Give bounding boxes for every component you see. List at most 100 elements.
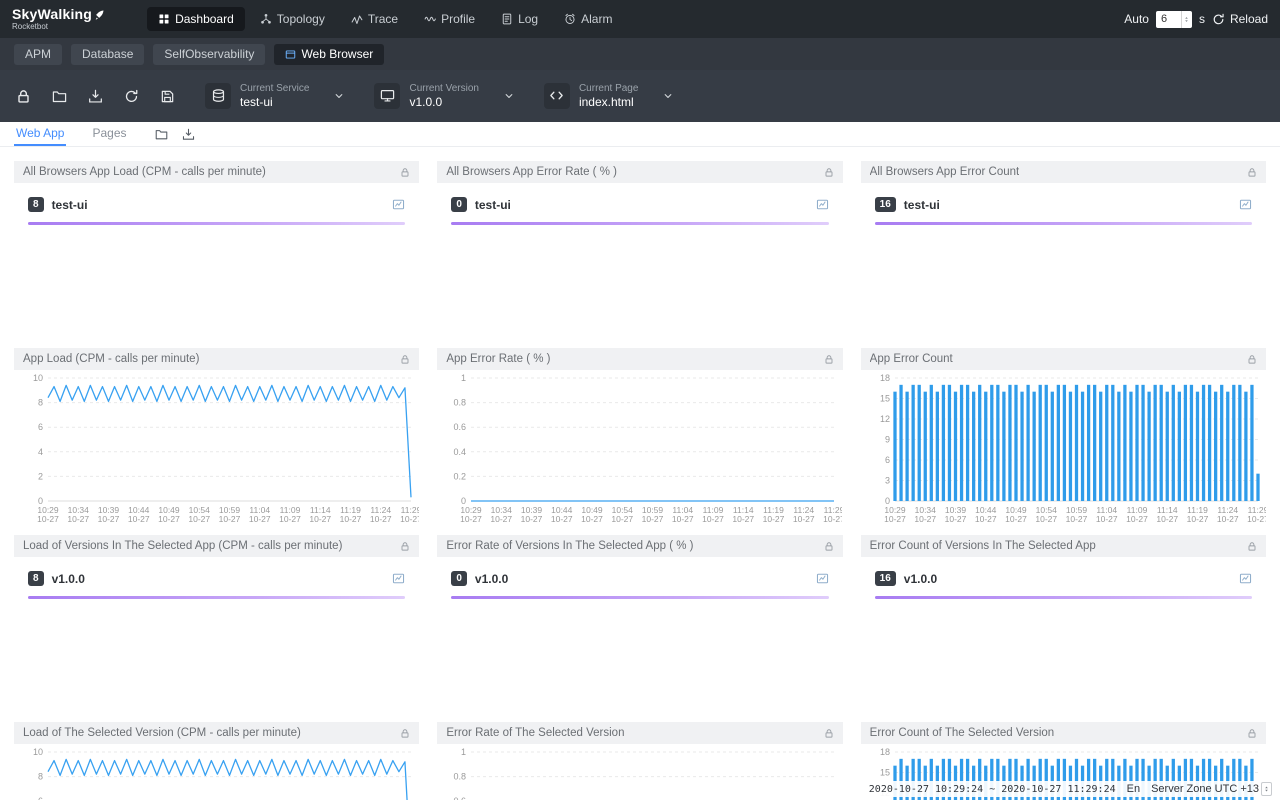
- inspect-icon[interactable]: [1239, 198, 1252, 211]
- category-tab-apm[interactable]: APM: [14, 44, 62, 65]
- app-logo[interactable]: SkyWalking Rocketbot: [12, 7, 105, 31]
- alarm-icon: [564, 13, 576, 25]
- nav-label: Alarm: [581, 12, 612, 26]
- category-tab-web-browser[interactable]: Web Browser: [274, 44, 384, 65]
- lock-icon[interactable]: [400, 541, 410, 552]
- auto-refresh-controls: Auto 6 s Reload: [1124, 11, 1268, 28]
- card-header: App Error Count: [861, 348, 1266, 370]
- nav-item-profile[interactable]: Profile: [413, 7, 486, 31]
- svg-text:10-27: 10-27: [823, 514, 842, 524]
- auto-interval-value[interactable]: 6: [1156, 11, 1181, 28]
- tab-web-app[interactable]: Web App: [14, 122, 66, 146]
- svg-text:10-27: 10-27: [1186, 514, 1208, 524]
- svg-text:10-27: 10-27: [1247, 514, 1266, 524]
- card-title: All Browsers App Error Rate ( % ): [446, 166, 617, 178]
- lock-icon[interactable]: [1247, 728, 1257, 739]
- svg-text:0.2: 0.2: [454, 471, 467, 481]
- card-version-error-count: Error Count of Versions In The Selected …: [861, 535, 1266, 718]
- inspect-icon[interactable]: [1239, 572, 1252, 585]
- import-icon: [88, 89, 103, 104]
- save-button[interactable]: [160, 89, 175, 104]
- list-item[interactable]: 8 test-ui: [28, 194, 405, 215]
- svg-text:6: 6: [38, 422, 43, 432]
- list-item[interactable]: 16 v1.0.0: [875, 568, 1252, 589]
- auto-label: Auto: [1124, 12, 1149, 26]
- svg-text:2: 2: [38, 471, 43, 481]
- lock-icon[interactable]: [400, 167, 410, 178]
- group-folder-button[interactable]: [155, 128, 168, 141]
- lock-icon[interactable]: [1247, 354, 1257, 365]
- browser-icon: [285, 49, 296, 60]
- lock-icon[interactable]: [1247, 167, 1257, 178]
- list-item[interactable]: 0 test-ui: [451, 194, 828, 215]
- chevron-down-icon: [334, 91, 344, 101]
- lock-icon[interactable]: [400, 728, 410, 739]
- lock-icon[interactable]: [824, 541, 834, 552]
- chevron-down-icon: [663, 91, 673, 101]
- card-version-error-rate: Error Rate of Versions In The Selected A…: [437, 535, 842, 718]
- nav-item-trace[interactable]: Trace: [340, 7, 409, 31]
- svg-text:1: 1: [461, 373, 466, 383]
- lock-icon[interactable]: [824, 728, 834, 739]
- item-name: v1.0.0: [52, 572, 85, 586]
- svg-text:10-27: 10-27: [944, 514, 966, 524]
- nav-item-alarm[interactable]: Alarm: [553, 7, 623, 31]
- list-item[interactable]: 8 v1.0.0: [28, 568, 405, 589]
- lock-icon[interactable]: [400, 354, 410, 365]
- import-button[interactable]: [88, 89, 103, 104]
- stepper-updown-icon: [1263, 784, 1270, 794]
- svg-text:6: 6: [38, 796, 43, 800]
- current-page-selector[interactable]: Current Page index.html: [544, 83, 673, 109]
- refresh-button[interactable]: [124, 89, 139, 104]
- list-item[interactable]: 0 v1.0.0: [451, 568, 828, 589]
- time-range-picker[interactable]: 2020-10-27 10:29:24 ~ 2020-10-27 11:29:2…: [869, 784, 1116, 795]
- nav-item-dashboard[interactable]: Dashboard: [147, 7, 245, 31]
- inspect-icon[interactable]: [392, 198, 405, 211]
- lock-icon[interactable]: [1247, 541, 1257, 552]
- current-version-selector[interactable]: Current Version v1.0.0: [374, 83, 513, 109]
- card-title: App Error Rate ( % ): [446, 353, 550, 365]
- tab-pages[interactable]: Pages: [90, 122, 128, 146]
- svg-text:18: 18: [880, 373, 890, 383]
- category-tab-database[interactable]: Database: [71, 44, 144, 65]
- template-folder-button[interactable]: [52, 89, 67, 104]
- list-item[interactable]: 16 test-ui: [875, 194, 1252, 215]
- value-badge: 0: [451, 571, 467, 586]
- card-selected-version-load-chart: Load of The Selected Version (CPM - call…: [14, 722, 419, 800]
- selector-label: Current Service: [240, 83, 309, 95]
- lock-icon[interactable]: [824, 167, 834, 178]
- lock-icon: [16, 89, 31, 104]
- lock-edit-button[interactable]: [16, 89, 31, 104]
- tab-tools: [155, 128, 195, 146]
- selector-value: v1.0.0: [409, 95, 478, 109]
- group-import-button[interactable]: [182, 128, 195, 141]
- zone-stepper[interactable]: [1261, 782, 1272, 796]
- line-chart: 00.20.40.60.8110:2910-2710:3410-2710:391…: [437, 744, 842, 800]
- auto-interval-input[interactable]: 6: [1156, 11, 1192, 28]
- inspect-icon[interactable]: [816, 572, 829, 585]
- inspect-icon[interactable]: [816, 198, 829, 211]
- svg-text:10-27: 10-27: [975, 514, 997, 524]
- top-navigation-bar: SkyWalking Rocketbot Dashboard Topology …: [0, 0, 1280, 38]
- reload-button[interactable]: Reload: [1212, 12, 1268, 26]
- language-toggle[interactable]: En: [1127, 783, 1140, 795]
- nav-item-topology[interactable]: Topology: [249, 7, 336, 31]
- svg-text:10-27: 10-27: [400, 514, 419, 524]
- nav-item-log[interactable]: Log: [490, 7, 549, 31]
- card-header: Load of Versions In The Selected App (CP…: [14, 535, 419, 557]
- line-chart: 024681010:2910-2710:3410-2710:3910-2710:…: [14, 744, 419, 800]
- service-icon: [205, 83, 231, 109]
- category-tab-selfobservability[interactable]: SelfObservability: [153, 44, 265, 65]
- card-title: Error Rate of Versions In The Selected A…: [446, 540, 693, 552]
- svg-text:8: 8: [38, 398, 43, 408]
- card-header: Error Count of Versions In The Selected …: [861, 535, 1266, 557]
- import-icon: [182, 128, 195, 141]
- current-service-selector[interactable]: Current Service test-ui: [205, 83, 344, 109]
- lock-icon[interactable]: [824, 354, 834, 365]
- auto-interval-stepper[interactable]: [1181, 11, 1192, 28]
- svg-text:8: 8: [38, 772, 43, 782]
- dashboard-toolbar: Current Service test-ui Current Version …: [0, 70, 1280, 122]
- dashboard-category-bar: APM Database SelfObservability Web Brows…: [0, 38, 1280, 70]
- inspect-icon[interactable]: [392, 572, 405, 585]
- server-zone-control[interactable]: Server Zone UTC +13: [1151, 782, 1272, 796]
